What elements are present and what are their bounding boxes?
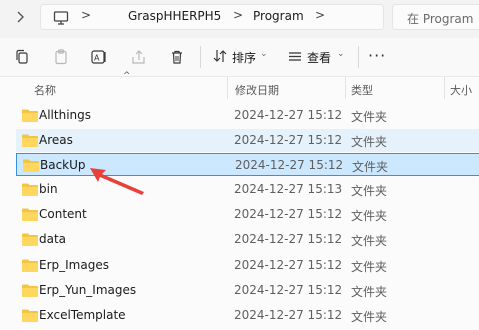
annotation-arrow-icon [90,168,144,195]
sort-label: 排序 [232,51,257,65]
file-type: 文件夹 [351,234,388,248]
file-modified: 2024-12-27 15:12 [234,133,343,147]
file-type: 文件夹 [352,160,389,174]
view-button[interactable]: 查看 ⌄ [287,48,349,66]
sort-icon [213,50,227,62]
file-type: 文件夹 [351,260,388,274]
file-name: ExcelTemplate [39,308,126,322]
chevron-down-icon: ⌄ [260,49,268,59]
delete-icon[interactable] [168,48,186,66]
search-placeholder: 在 Program [407,12,474,26]
file-type: 文件夹 [351,184,388,198]
file-type: 文件夹 [351,135,388,149]
column-divider[interactable] [444,77,445,99]
breadcrumb-separator-icon[interactable]: > [233,8,243,22]
list-item[interactable]: ExcelTemplate 2024-12-27 15:12 文件夹 [16,304,479,327]
toolbar-divider [200,46,201,68]
folder-icon [22,259,38,272]
file-modified: 2024-12-27 15:12 [234,283,343,297]
view-icon [289,52,301,61]
list-item[interactable]: Areas 2024-12-27 15:12 文件夹 [16,129,479,152]
file-name: Erp_Yun_Images [39,283,137,297]
folder-icon [22,284,38,297]
file-name: BackUp [40,158,86,172]
command-toolbar: A 排序 ⌄ 查看 ⌄ ··· [0,38,479,77]
rename-icon[interactable]: A [90,48,108,66]
column-header-modified[interactable]: 修改日期 [235,82,279,98]
more-options-button[interactable]: ··· [368,46,386,65]
file-name: data [39,232,67,246]
list-item[interactable]: Erp_Yun_Images 2024-12-27 15:12 文件夹 [16,279,479,302]
toolbar-divider [358,46,359,68]
sort-ascending-caret-icon: ^ [123,71,131,81]
column-header-size[interactable]: 大小 [450,82,472,98]
view-label: 查看 [307,51,332,65]
folder-icon [22,134,38,147]
column-divider[interactable] [227,77,228,99]
file-modified: 2024-12-27 15:13 [234,182,343,196]
folder-icon [22,233,38,246]
sort-button[interactable]: 排序 ⌄ [212,48,274,66]
list-item[interactable]: data 2024-12-27 15:12 文件夹 [16,228,479,251]
list-item[interactable]: Erp_Images 2024-12-27 15:12 文件夹 [16,254,479,277]
breadcrumb-separator-icon[interactable]: > [81,8,91,22]
file-modified: 2024-12-27 15:12 [234,108,343,122]
address-row: > GraspHHERPH5 > Program > 在 Program [0,0,479,36]
column-divider[interactable] [345,77,346,99]
file-name: Areas [39,133,73,147]
this-pc-icon[interactable] [53,10,69,30]
column-header-row: ^ 名称 修改日期 类型 大小 [0,71,479,99]
file-name: bin [39,182,58,196]
file-modified: 2024-12-27 15:12 [234,207,343,221]
copy-icon[interactable] [13,48,31,66]
file-name: Content [39,207,87,221]
file-modified: 2024-12-27 15:12 [234,258,343,272]
file-type: 文件夹 [351,110,388,124]
folder-icon [22,309,38,322]
share-icon[interactable] [130,48,148,66]
breadcrumb-separator-icon[interactable]: > [315,8,325,22]
file-name: Allthings [39,108,91,122]
address-bar[interactable]: > GraspHHERPH5 > Program > [40,4,384,30]
file-modified: 2024-12-27 15:12 [235,158,344,172]
file-name: Erp_Images [39,258,109,272]
list-item[interactable]: bin 2024-12-27 15:13 文件夹 [16,178,479,201]
file-type: 文件夹 [351,310,388,324]
folder-icon [22,183,38,196]
search-input[interactable]: 在 Program [392,4,479,30]
column-header-type[interactable]: 类型 [351,82,373,98]
file-list: ^ 名称 修改日期 类型 大小 Allthings 2024-12-27 15:… [0,71,479,330]
breadcrumb-item-grasphherph5[interactable]: GraspHHERPH5 [128,9,221,23]
collapse-chevron-icon[interactable] [14,9,28,25]
file-modified: 2024-12-27 15:12 [234,232,343,246]
folder-icon [23,159,39,172]
chevron-down-icon: ⌄ [337,49,345,59]
breadcrumb-item-program[interactable]: Program [253,9,304,23]
column-header-name[interactable]: 名称 [34,82,56,98]
paste-icon[interactable] [52,48,70,66]
list-item[interactable]: Allthings 2024-12-27 15:12 文件夹 [16,104,479,127]
list-item[interactable]: Content 2024-12-27 15:12 文件夹 [16,203,479,226]
list-item-selected[interactable]: BackUp 2024-12-27 15:12 文件夹 [16,153,479,176]
file-modified: 2024-12-27 15:12 [234,308,343,322]
folder-icon [22,109,38,122]
svg-text:A: A [94,54,100,63]
folder-icon [22,208,38,221]
file-type: 文件夹 [351,209,388,223]
file-type: 文件夹 [351,285,388,299]
